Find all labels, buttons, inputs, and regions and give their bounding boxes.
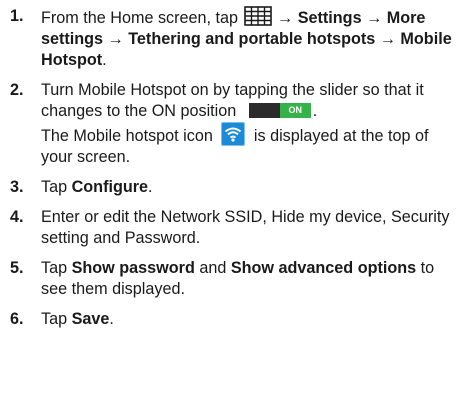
step-number: 6.: [10, 310, 24, 328]
step-1: 1. From the Home screen, tap → Settings …: [10, 6, 460, 71]
step-number: 5.: [10, 259, 24, 277]
step-text: From the Home screen, tap: [41, 9, 239, 27]
show-password-label: Show password: [71, 259, 195, 277]
step-5: 5. Tap Show password and Show advanced o…: [10, 258, 460, 300]
step-text: .: [312, 102, 318, 120]
save-label: Save: [71, 310, 110, 328]
step-text: .: [109, 310, 114, 328]
step-4: 4. Enter or edit the Network SSID, Hide …: [10, 207, 460, 249]
step-text: Tap: [41, 259, 68, 277]
toggle-on-label: ON: [279, 103, 311, 118]
step-6: 6. Tap Save.: [10, 309, 460, 330]
step-text: .: [148, 178, 153, 196]
apps-grid-icon: [243, 6, 272, 26]
configure-label: Configure: [71, 178, 149, 196]
instruction-steps: 1. From the Home screen, tap → Settings …: [10, 6, 460, 339]
step-text: .: [102, 51, 107, 69]
show-advanced-options-label: Show advanced options: [230, 259, 417, 277]
step-number: 1.: [10, 7, 24, 25]
step-text: The Mobile hotspot icon: [41, 127, 213, 145]
step-number: 4.: [10, 208, 24, 226]
step-number: 3.: [10, 178, 24, 196]
step-text: and: [199, 259, 227, 277]
wifi-hotspot-icon: [221, 122, 246, 146]
step-text: Enter or edit the Network SSID, Hide my …: [41, 208, 450, 247]
toggle-switch: ON: [248, 103, 311, 118]
step-number: 2.: [10, 81, 24, 99]
step-3: 3. Tap Configure.: [10, 177, 460, 198]
step-text: Turn Mobile Hotspot on by tapping the sl…: [41, 81, 424, 120]
header-bar: [0, 0, 470, 3]
step-2: 2. Turn Mobile Hotspot on by tapping the…: [10, 80, 460, 168]
step-text: Tap: [41, 178, 68, 196]
step-text: Tap: [41, 310, 68, 328]
